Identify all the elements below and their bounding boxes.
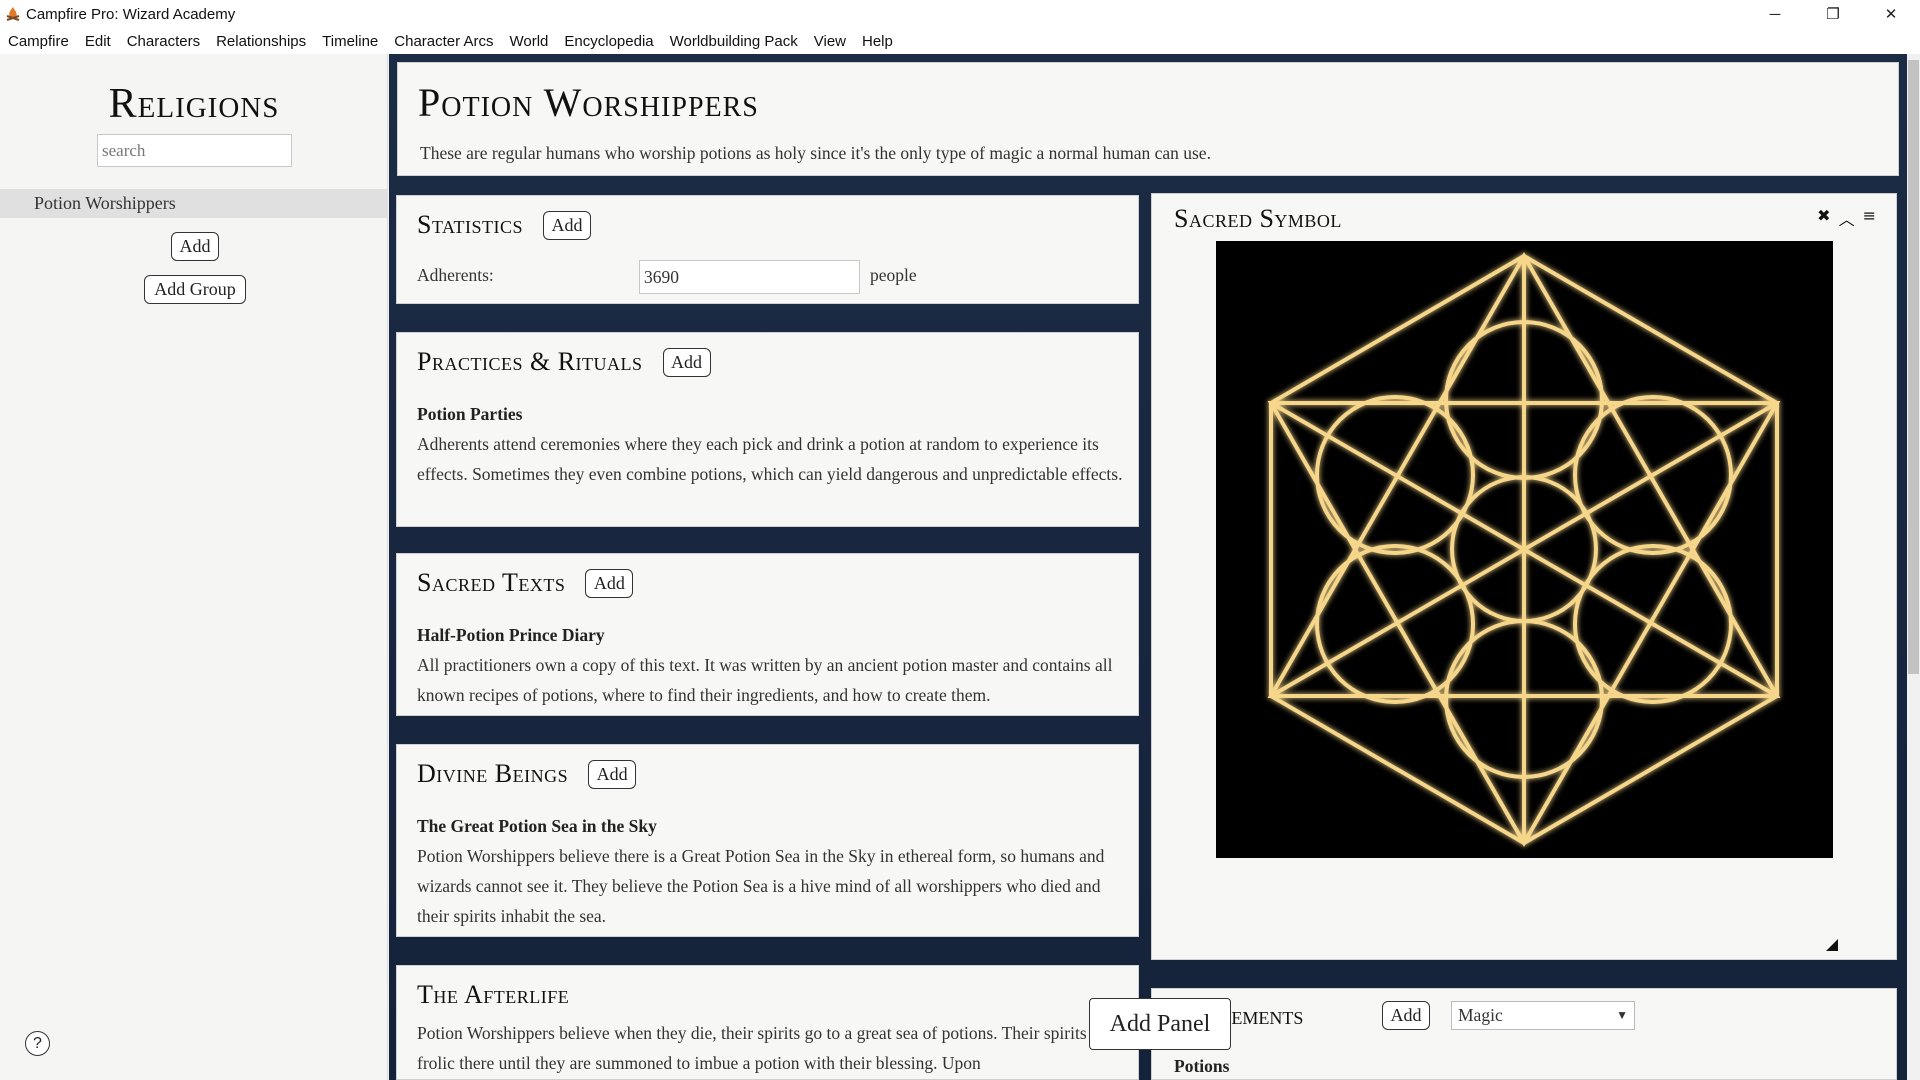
related-elements-add-button[interactable]: Add — [1382, 1001, 1430, 1030]
menu-edit[interactable]: Edit — [85, 33, 111, 50]
sacred-symbol-heading: Sacred Symbol — [1174, 204, 1342, 233]
practices-add-button[interactable]: Add — [662, 347, 711, 377]
select-value: Magic — [1458, 1005, 1503, 1025]
divine-beings-add-button[interactable]: Add — [588, 759, 637, 789]
window-title: Campfire Pro: Wizard Academy — [26, 5, 236, 23]
panel-controls: ✖ ︿ ≡ — [1817, 206, 1876, 230]
sidebar-item-potion-worshippers[interactable]: Potion Worshippers — [0, 189, 388, 218]
close-panel-icon[interactable]: ✖ — [1817, 206, 1830, 230]
menu-view[interactable]: View — [814, 33, 846, 50]
practices-panel: Practices & Rituals Add Potion Parties A… — [396, 332, 1139, 527]
adherents-label: Adherents: — [417, 265, 494, 285]
divine-beings-heading: Divine Beings — [417, 759, 569, 788]
sacred-texts-heading: Sacred Texts — [417, 568, 566, 597]
divine-beings-entry[interactable]: The Great Potion Sea in the Sky Potion W… — [417, 811, 1127, 931]
scrollbar-thumb[interactable] — [1908, 60, 1919, 674]
menu-bar: Campfire Edit Characters Relationships T… — [0, 28, 1920, 54]
menu-timeline[interactable]: Timeline — [322, 33, 378, 50]
page-title: Potion Worshippers — [418, 80, 759, 125]
menu-campfire[interactable]: Campfire — [8, 33, 69, 50]
sidebar-title: Religions — [108, 81, 280, 127]
practices-heading: Practices & Rituals — [417, 347, 643, 376]
help-button[interactable]: ? — [25, 1031, 50, 1056]
sacred-texts-entry[interactable]: Half-Potion Prince Diary All practitione… — [417, 620, 1127, 710]
dropdown-arrow-icon: ▼ — [1616, 1008, 1628, 1022]
window-controls: ─ ❐ ✕ — [1746, 0, 1920, 28]
menu-world[interactable]: World — [509, 33, 548, 50]
menu-help[interactable]: Help — [862, 33, 893, 50]
afterlife-panel: The Afterlife Potion Worshippers believe… — [396, 965, 1139, 1080]
campfire-icon — [6, 7, 20, 21]
entry-text: All practitioners own a copy of this tex… — [417, 655, 1113, 705]
adherents-input[interactable] — [639, 260, 860, 294]
afterlife-heading: The Afterlife — [417, 980, 570, 1009]
add-panel-button[interactable]: Add Panel — [1089, 998, 1231, 1050]
entry-title: Half-Potion Prince Diary — [417, 625, 605, 645]
related-elements-panel: ed Elements Add Magic ▼ Potions — [1151, 988, 1897, 1080]
resize-handle[interactable] — [1826, 939, 1838, 951]
entry-text: Potion Worshippers believe there is a Gr… — [417, 846, 1105, 926]
divine-beings-panel: Divine Beings Add The Great Potion Sea i… — [396, 744, 1139, 937]
search-input[interactable] — [97, 134, 292, 167]
sacred-symbol-image[interactable] — [1216, 241, 1833, 858]
menu-character-arcs[interactable]: Character Arcs — [394, 33, 493, 50]
entry-text: Adherents attend ceremonies where they e… — [417, 434, 1123, 484]
entry-text: Potion Worshippers believe when they die… — [417, 1023, 1087, 1073]
statistics-heading: Statistics — [417, 210, 524, 239]
menu-worldbuilding-pack[interactable]: Worldbuilding Pack — [670, 33, 798, 50]
menu-icon[interactable]: ≡ — [1863, 206, 1876, 230]
practices-entry[interactable]: Potion Parties Adherents attend ceremoni… — [417, 399, 1127, 489]
entry-title: Potion Parties — [417, 404, 523, 424]
sidebar-add-button[interactable]: Add — [171, 232, 219, 261]
collapse-icon[interactable]: ︿ — [1839, 206, 1855, 230]
add-group-button[interactable]: Add Group — [144, 275, 246, 304]
sacred-symbol-panel: Sacred Symbol ✖ ︿ ≡ — [1151, 193, 1897, 960]
related-element-item[interactable]: Potions — [1174, 1056, 1229, 1077]
adherents-unit: people — [870, 265, 917, 285]
page-description: These are regular humans who worship pot… — [420, 143, 1211, 163]
menu-characters[interactable]: Characters — [127, 33, 200, 50]
sacred-texts-add-button[interactable]: Add — [585, 568, 634, 598]
restore-button[interactable]: ❐ — [1804, 0, 1862, 28]
sacred-texts-panel: Sacred Texts Add Half-Potion Prince Diar… — [396, 553, 1139, 716]
minimize-button[interactable]: ─ — [1746, 0, 1804, 28]
title-bar: Campfire Pro: Wizard Academy ─ ❐ ✕ — [0, 0, 1920, 28]
close-window-button[interactable]: ✕ — [1862, 0, 1920, 28]
menu-relationships[interactable]: Relationships — [216, 33, 306, 50]
afterlife-entry[interactable]: Potion Worshippers believe when they die… — [417, 1018, 1127, 1078]
entry-title: The Great Potion Sea in the Sky — [417, 816, 657, 836]
sidebar: Religions Potion Worshippers Add Add Gro… — [0, 54, 388, 1080]
statistics-add-button[interactable]: Add — [543, 210, 592, 240]
statistics-panel: Statistics Add Adherents: people — [396, 195, 1139, 304]
menu-encyclopedia[interactable]: Encyclopedia — [564, 33, 653, 50]
element-type-select[interactable]: Magic ▼ — [1451, 1001, 1635, 1030]
header-panel: Potion Worshippers These are regular hum… — [397, 62, 1899, 176]
